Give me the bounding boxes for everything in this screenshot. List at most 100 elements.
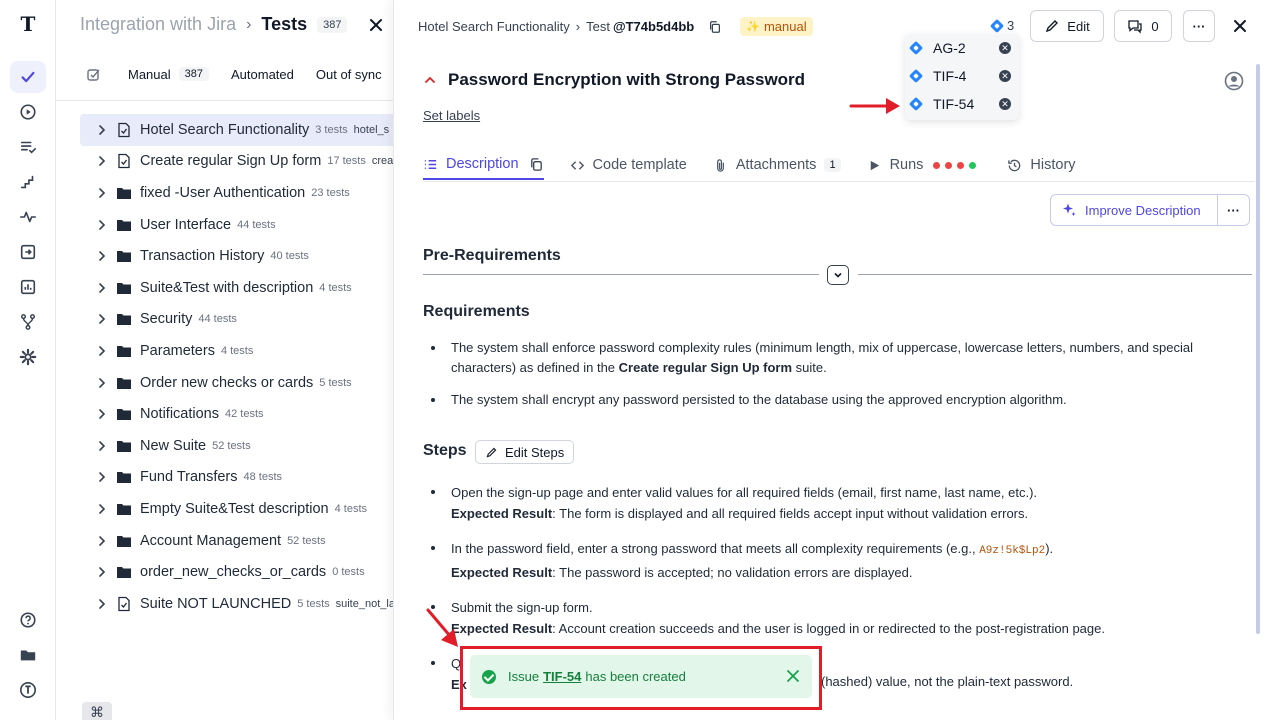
suite-name: Security — [140, 311, 193, 328]
tab-out-of-sync[interactable]: Out of sync — [316, 67, 382, 82]
suite-row[interactable]: Suite NOT LAUNCHED 5 tests suite_not_lau — [80, 588, 396, 620]
tab-description[interactable]: Description — [423, 150, 544, 180]
suite-link[interactable]: Hotel Search Functionality — [418, 19, 570, 34]
close-detail-icon[interactable] — [1230, 16, 1250, 36]
help-icon[interactable] — [10, 604, 46, 636]
unlink-issue-icon[interactable]: ✕ — [999, 42, 1011, 54]
chevron-right-icon[interactable] — [96, 250, 108, 262]
chevron-right-icon[interactable] — [96, 282, 108, 294]
improve-description-button[interactable]: Improve Description — [1051, 195, 1218, 225]
jira-issue-item[interactable]: AG-2 ✕ — [905, 34, 1019, 62]
suite-row[interactable]: Security 44 tests — [80, 304, 396, 336]
suite-reference[interactable]: Create regular Sign Up form — [619, 360, 792, 375]
suite-row[interactable]: Parameters 4 tests — [80, 335, 396, 367]
steps-nav-steps-icon[interactable] — [10, 166, 46, 198]
folder-icon — [117, 377, 131, 389]
suite-row[interactable]: fixed -User Authentication 23 tests — [80, 177, 396, 209]
chevron-right-icon[interactable] — [96, 377, 108, 389]
suite-test-count: 40 tests — [270, 250, 309, 263]
chevron-right-icon[interactable] — [96, 503, 108, 515]
jira-icon — [908, 96, 924, 112]
chevron-right-icon[interactable] — [96, 219, 108, 231]
pulse-nav-pulse-icon[interactable] — [10, 201, 46, 233]
chevron-right-icon[interactable] — [96, 566, 108, 578]
set-labels-link[interactable]: Set labels — [423, 108, 480, 123]
suite-row[interactable]: New Suite 52 tests — [80, 430, 396, 462]
chevron-right-icon[interactable] — [96, 345, 108, 357]
chevron-right-icon[interactable] — [96, 155, 108, 167]
folder-icon — [117, 409, 131, 421]
tab-runs[interactable]: Runs — [867, 150, 982, 180]
chevron-right-icon[interactable] — [96, 408, 108, 420]
play-icon — [870, 160, 879, 170]
suite-row[interactable]: Hotel Search Functionality 3 tests hotel_s — [80, 114, 396, 146]
branches-nav-branch-icon[interactable] — [10, 306, 46, 338]
testomat-logo[interactable]: T — [10, 8, 46, 40]
chevron-right-icon[interactable] — [96, 187, 108, 199]
plans-nav-list-check-icon[interactable] — [10, 131, 46, 163]
suite-row[interactable]: Create regular Sign Up form 17 tests crea — [80, 146, 396, 178]
pre-requirements-toggle[interactable] — [827, 265, 849, 285]
settings-nav-gear-icon[interactable] — [10, 341, 46, 373]
analytics-nav-chart-icon[interactable] — [10, 271, 46, 303]
tests-nav-check-icon[interactable] — [10, 61, 46, 93]
chevron-right-icon[interactable] — [96, 535, 108, 547]
suite-row[interactable]: User Interface 44 tests — [80, 209, 396, 241]
tab-attachments[interactable]: Attachments 1 — [713, 150, 841, 180]
copy-description-icon[interactable] — [529, 157, 544, 172]
step4-expected-tail: (hashed) value, not the plain-text passw… — [821, 674, 1074, 689]
list-item: The system shall enforce password comple… — [431, 338, 1244, 378]
chevron-right-icon[interactable] — [96, 124, 108, 136]
folder-icon — [117, 535, 131, 547]
suite-test-count: 52 tests — [212, 439, 251, 452]
project-name[interactable]: Integration with Jira — [80, 14, 236, 35]
assignee-avatar-icon[interactable] — [1224, 71, 1244, 91]
tests-count-badge: 387 — [317, 16, 348, 33]
suite-row[interactable]: Notifications 42 tests — [80, 398, 396, 430]
suite-test-count: 52 tests — [287, 534, 326, 547]
icon-rail: T — [0, 0, 56, 720]
improve-more-button[interactable]: ··· — [1218, 203, 1249, 218]
suite-row[interactable]: order_new_checks_or_cards 0 tests — [80, 556, 396, 588]
tab-history[interactable]: History — [1007, 150, 1076, 180]
suite-row[interactable]: Fund Transfers 48 tests — [80, 462, 396, 494]
select-all-icon[interactable] — [86, 66, 102, 82]
jira-icon — [908, 40, 924, 56]
folder-icon[interactable] — [10, 639, 46, 671]
detail-tab-divider — [423, 181, 1255, 182]
tab-automated[interactable]: Automated — [231, 67, 294, 82]
chevron-right-icon[interactable] — [96, 471, 108, 483]
chevron-right-icon[interactable] — [96, 440, 108, 452]
chevron-right-icon[interactable] — [96, 313, 108, 325]
tab-code-template[interactable]: Code template — [570, 150, 687, 180]
suite-row[interactable]: Account Management 52 tests — [80, 525, 396, 557]
tab-manual[interactable]: Manual 387 — [128, 67, 209, 82]
runs-nav-play-circle-icon[interactable] — [10, 96, 46, 128]
unlink-issue-icon[interactable]: ✕ — [999, 70, 1011, 82]
suite-name: Order new checks or cards — [140, 374, 314, 391]
collapse-chevron-up-icon[interactable] — [424, 74, 436, 86]
folder-icon — [117, 567, 131, 579]
jira-issue-item[interactable]: TIF-4 ✕ — [905, 62, 1019, 90]
chevron-right-icon[interactable] — [96, 598, 108, 610]
edit-steps-button[interactable]: Edit Steps — [475, 440, 575, 464]
more-options-button[interactable]: ··· — [1183, 10, 1215, 42]
comments-button[interactable]: 0 — [1114, 10, 1172, 42]
detail-scrollbar[interactable] — [1256, 64, 1260, 634]
suite-name: User Interface — [140, 216, 232, 233]
edit-button[interactable]: Edit — [1030, 10, 1104, 42]
imports-nav-import-icon[interactable] — [10, 236, 46, 268]
breadcrumb-separator: › — [246, 15, 252, 33]
keyboard-shortcut-button[interactable]: ⌘ — [82, 702, 112, 720]
jira-issues-toggle[interactable]: 3 — [989, 18, 1014, 33]
jira-issue-item[interactable]: TIF-54 ✕ — [905, 90, 1019, 118]
suite-row[interactable]: Transaction History 40 tests — [80, 240, 396, 272]
suite-row[interactable]: Suite&Test with description 4 tests — [80, 272, 396, 304]
account-icon[interactable] — [10, 674, 46, 706]
suite-row[interactable]: Order new checks or cards 5 tests — [80, 367, 396, 399]
folder-icon — [117, 503, 131, 515]
close-panel-icon[interactable] — [366, 14, 386, 36]
suite-row[interactable]: Empty Suite&Test description 4 tests — [80, 493, 396, 525]
copy-icon[interactable] — [708, 20, 722, 34]
unlink-issue-icon[interactable]: ✕ — [999, 98, 1011, 110]
